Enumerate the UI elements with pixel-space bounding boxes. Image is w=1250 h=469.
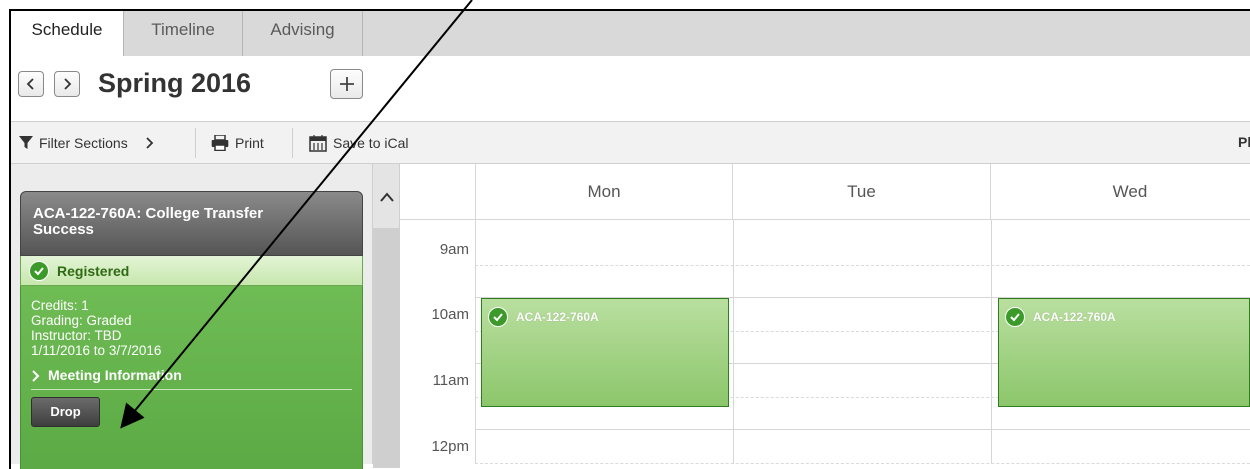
course-title-continued: Success [33, 221, 94, 238]
course-card: ACA-122-760A: College Transfer Success R… [20, 191, 363, 469]
filter-icon [19, 136, 33, 149]
term-title: Spring 2016 [98, 68, 252, 98]
chevron-left-icon [26, 78, 34, 90]
time-column-header [400, 164, 476, 220]
add-term-button[interactable] [330, 69, 363, 99]
half-hour-line [475, 463, 1250, 464]
course-list-scrollbar[interactable] [372, 164, 400, 468]
plus-icon [339, 77, 354, 91]
hour-line [475, 429, 1250, 430]
day-header-tue: Tue [733, 164, 991, 220]
schedule-toolbar: Filter Sections Print Save to iCal Pla [11, 121, 1250, 164]
credits-text: Credits: 1 [31, 298, 89, 313]
scroll-thumb[interactable] [373, 228, 400, 468]
check-circle-icon [29, 260, 49, 281]
grading-text: Grading: Graded [31, 313, 132, 328]
filter-sections-button[interactable]: Filter Sections [19, 122, 154, 164]
filter-sections-label: Filter Sections [39, 135, 128, 151]
divider [31, 389, 352, 390]
chevron-right-icon [146, 137, 153, 149]
status-label: Registered [57, 262, 130, 279]
app-window: Schedule Timeline Advising Spring 2016 F… [9, 9, 1250, 469]
event-label: ACA-122-760A [1033, 310, 1116, 324]
term-navigation: Spring 2016 [11, 56, 1250, 119]
date-range-text: 1/11/2016 to 3/7/2016 [31, 343, 162, 358]
calendar-event-mon[interactable]: ACA-122-760A [481, 298, 729, 407]
registration-status: Registered [20, 256, 363, 286]
toolbar-divider [195, 128, 196, 158]
week-calendar: Mon Tue Wed 9am 10am 11am 12pm ACA-122-7… [399, 164, 1250, 464]
day-header-wed: Wed [991, 164, 1250, 220]
next-term-button[interactable] [54, 71, 80, 97]
drop-button[interactable]: Drop [31, 397, 100, 427]
check-circle-icon [488, 307, 508, 327]
course-details: Credits: 1 Grading: Graded Instructor: T… [20, 286, 363, 469]
chevron-right-icon [64, 78, 72, 90]
instructor-text: Instructor: TBD [31, 328, 122, 343]
course-card-header[interactable]: ACA-122-760A: College Transfer Success [20, 191, 363, 256]
grid-line [991, 220, 992, 464]
tab-advising[interactable]: Advising [243, 11, 363, 56]
calendar-icon [309, 134, 327, 152]
course-title: ACA-122-760A: College Transfer [33, 205, 264, 222]
course-list-panel: ACA-122-760A: College Transfer Success R… [11, 164, 381, 469]
meeting-information-label: Meeting Information [48, 367, 182, 383]
save-to-ical-button[interactable]: Save to iCal [309, 122, 408, 164]
day-header-mon: Mon [476, 164, 733, 220]
chevron-up-icon[interactable] [380, 192, 394, 202]
time-label-9am: 9am [439, 241, 469, 258]
print-label: Print [235, 135, 264, 151]
printer-icon [211, 135, 229, 151]
tab-timeline[interactable]: Timeline [124, 11, 243, 56]
grid-line [475, 164, 476, 464]
grid-line [733, 220, 734, 464]
meeting-information-toggle[interactable]: Meeting Information [31, 368, 352, 383]
tab-schedule[interactable]: Schedule [11, 11, 124, 57]
half-hour-line [475, 265, 1250, 266]
toolbar-divider [292, 128, 293, 158]
previous-term-button[interactable] [18, 71, 44, 97]
chevron-right-icon [32, 369, 40, 382]
plan-label: Pla [1237, 134, 1250, 150]
time-label-12pm: 12pm [431, 438, 469, 455]
calendar-event-wed[interactable]: ACA-122-760A [998, 298, 1250, 407]
event-label: ACA-122-760A [516, 310, 599, 324]
print-button[interactable]: Print [211, 122, 264, 164]
check-circle-icon [1005, 307, 1025, 327]
time-label-10am: 10am [431, 306, 469, 323]
tab-bar: Schedule Timeline Advising [11, 11, 1250, 57]
time-label-11am: 11am [432, 372, 469, 389]
save-to-ical-label: Save to iCal [333, 135, 409, 151]
